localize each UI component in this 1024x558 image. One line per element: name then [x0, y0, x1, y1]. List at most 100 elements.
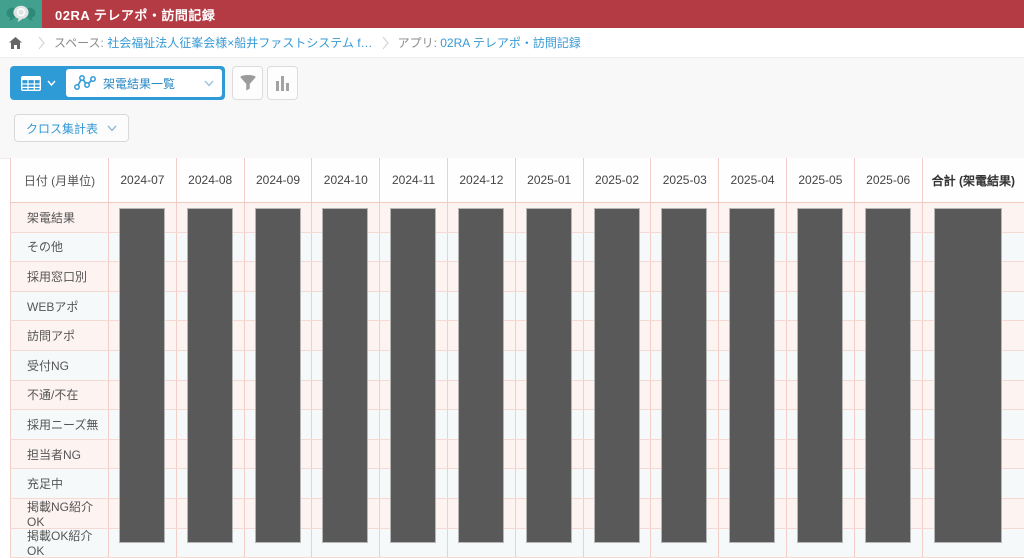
data-cell [446, 439, 515, 469]
data-cell [582, 498, 651, 528]
data-cell [311, 232, 379, 262]
kintone-logo[interactable] [0, 0, 42, 28]
total-cell [921, 262, 1024, 291]
column-header-2024-08: 2024-08 [175, 158, 244, 202]
data-cell [243, 498, 312, 528]
data-cell [175, 380, 244, 410]
data-cell [243, 380, 312, 410]
chart-button[interactable] [267, 66, 298, 100]
data-cell [650, 232, 718, 262]
data-cell [108, 321, 176, 350]
funnel-icon [239, 74, 257, 92]
total-cell [921, 203, 1024, 232]
data-cell [514, 498, 583, 528]
table-row: 不通/不在 [10, 380, 1024, 411]
data-cell [718, 410, 786, 439]
data-cell [853, 232, 922, 262]
column-header-date: 日付 (月単位) [10, 158, 108, 202]
data-cell [379, 410, 447, 439]
data-cell [311, 350, 379, 380]
data-cell [582, 469, 651, 498]
data-cell [243, 232, 312, 262]
data-cell [785, 469, 854, 498]
data-cell [853, 321, 922, 350]
data-cell [650, 410, 718, 439]
data-cell [311, 498, 379, 528]
home-icon[interactable] [9, 36, 22, 49]
chevron-down-icon [107, 125, 117, 132]
data-cell [243, 291, 312, 321]
breadcrumb-space-link[interactable]: 社会福祉法人征峯会様×船井ファストシステム f… [107, 36, 372, 50]
data-cell [785, 291, 854, 321]
data-cell [650, 498, 718, 528]
table-row: WEBアポ [10, 291, 1024, 322]
total-cell [921, 321, 1024, 350]
table-row: 採用窓口別 [10, 262, 1024, 292]
data-cell [650, 350, 718, 380]
breadcrumb-app: アプリ: 02RA テレアポ・訪問記録 [398, 34, 581, 51]
data-cell [582, 439, 651, 469]
data-cell [718, 232, 786, 262]
data-cell [175, 469, 244, 498]
total-cell [921, 380, 1024, 410]
data-cell [175, 262, 244, 291]
data-cell [650, 439, 718, 469]
data-cell [718, 439, 786, 469]
data-cell [175, 291, 244, 321]
data-cell [650, 528, 718, 558]
data-cell [514, 380, 583, 410]
row-label: 採用窓口別 [10, 262, 108, 291]
data-cell [446, 498, 515, 528]
data-cell [853, 469, 922, 498]
data-cell [514, 203, 583, 232]
data-cell [650, 203, 718, 232]
table-grid-icon [20, 75, 41, 91]
breadcrumb-app-link[interactable]: 02RA テレアポ・訪問記録 [440, 36, 581, 50]
row-label: 充足中 [10, 469, 108, 498]
view-switcher: 架電結果一覧 [10, 66, 225, 100]
data-cell [582, 528, 651, 558]
view-mode-button[interactable] [10, 66, 66, 100]
data-cell [379, 350, 447, 380]
crosstab-selector-button[interactable]: クロス集計表 [14, 114, 130, 142]
data-cell [311, 203, 379, 232]
breadcrumb-space: スペース: 社会福祉法人征峯会様×船井ファストシステム f… [54, 34, 373, 51]
column-header-2024-10: 2024-10 [311, 158, 379, 202]
data-cell [243, 528, 312, 558]
chevron-down-icon [46, 80, 56, 86]
data-cell [785, 498, 854, 528]
data-cell [446, 528, 515, 558]
data-cell [785, 350, 854, 380]
row-label: その他 [10, 232, 108, 262]
data-cell [379, 528, 447, 558]
data-cell [243, 262, 312, 291]
row-label: WEBアポ [10, 291, 108, 321]
data-cell [175, 203, 244, 232]
data-cell [718, 380, 786, 410]
column-header-2024-11: 2024-11 [379, 158, 447, 202]
data-cell [582, 262, 651, 291]
data-cell [175, 232, 244, 262]
view-name: 架電結果一覧 [103, 76, 176, 91]
table-row: 採用ニーズ無 [10, 410, 1024, 440]
data-cell [650, 291, 718, 321]
data-cell [175, 321, 244, 350]
filter-button[interactable] [232, 66, 263, 100]
data-cell [785, 321, 854, 350]
chevron-down-icon [204, 80, 214, 87]
column-header-2025-03: 2025-03 [650, 158, 718, 202]
total-cell [921, 498, 1024, 528]
column-header-2025-04: 2025-04 [718, 158, 786, 202]
column-header-2025-02: 2025-02 [582, 158, 651, 202]
data-cell [243, 410, 312, 439]
view-select-dropdown[interactable]: 架電結果一覧 [66, 69, 222, 97]
data-cell [718, 469, 786, 498]
data-cell [243, 350, 312, 380]
data-cell [379, 498, 447, 528]
app-title: 02RA テレアポ・訪問記録 [55, 7, 216, 23]
data-cell [582, 291, 651, 321]
data-cell [379, 469, 447, 498]
data-cell [718, 203, 786, 232]
data-cell [446, 262, 515, 291]
row-label: 掲載NG紹介OK [10, 498, 108, 529]
